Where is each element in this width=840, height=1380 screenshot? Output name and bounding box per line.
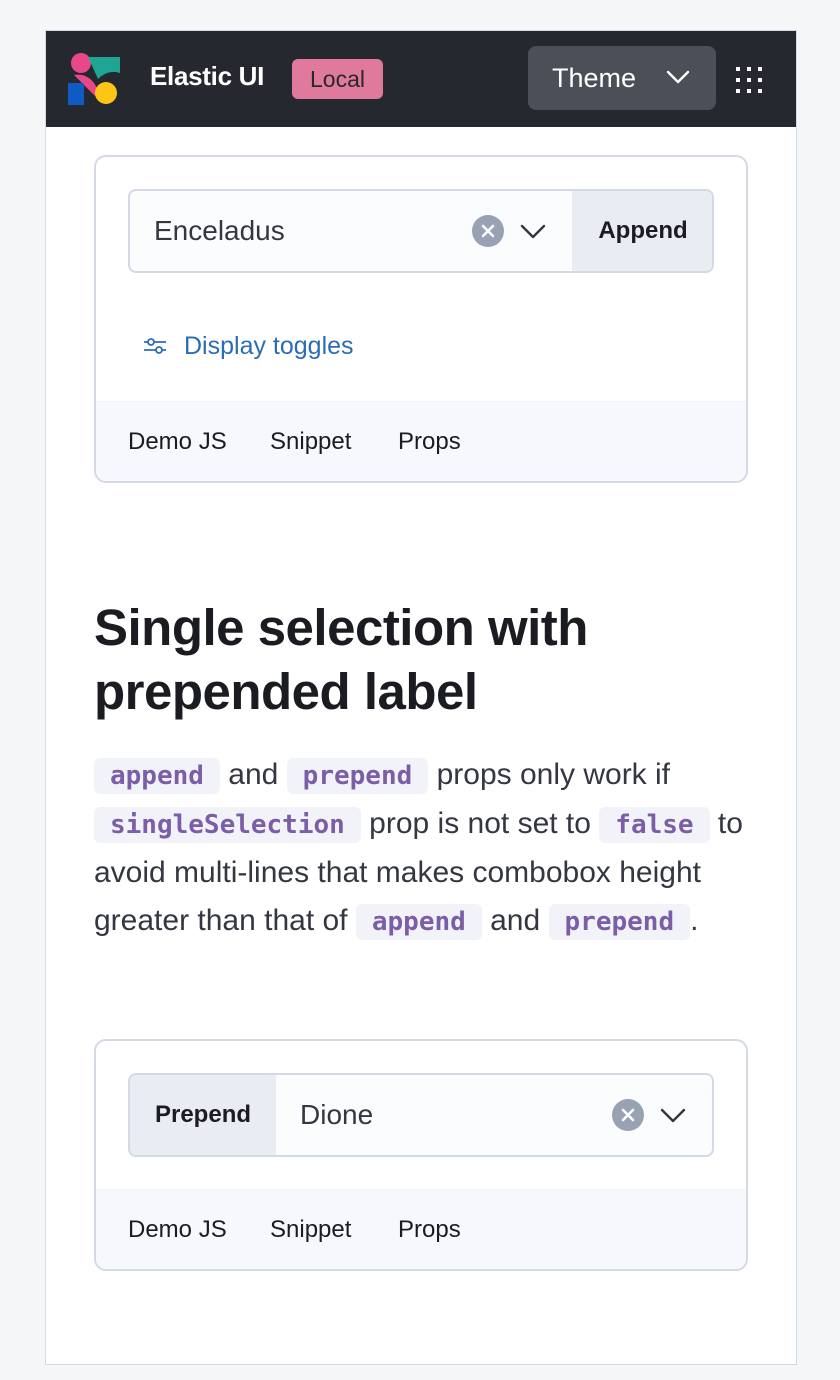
- display-toggles-label: Display toggles: [184, 332, 354, 360]
- desc-period: .: [690, 904, 699, 937]
- combobox-prepend[interactable]: Prepend Dione: [128, 1073, 714, 1157]
- desc-text: and: [228, 758, 279, 791]
- top-header: Elastic UI Local Theme: [46, 31, 796, 127]
- example-tabs: Demo JS Snippet Props: [96, 401, 746, 481]
- combobox-value[interactable]: Enceladus: [154, 191, 285, 271]
- chevron-down-icon[interactable]: [660, 1105, 686, 1125]
- example-tabs: Demo JS Snippet Props: [96, 1189, 746, 1269]
- tab-props[interactable]: Props: [398, 402, 461, 481]
- tab-demo-js[interactable]: Demo JS: [128, 1190, 227, 1269]
- tab-demo-js[interactable]: Demo JS: [128, 402, 227, 481]
- tab-snippet[interactable]: Snippet: [270, 402, 351, 481]
- prepend-label: Prepend: [130, 1075, 276, 1155]
- clear-icon[interactable]: [612, 1099, 644, 1131]
- environment-badge: Local: [292, 59, 383, 99]
- theme-button[interactable]: Theme: [528, 46, 716, 110]
- code-prepend: prepend: [548, 904, 691, 940]
- page-frame: Elastic UI Local Theme Enceladus Append …: [45, 30, 797, 1365]
- elastic-logo-icon[interactable]: [68, 53, 120, 105]
- example-panel-prepend: Prepend Dione Demo JS Snippet Props: [94, 1039, 748, 1271]
- controls-icon: [144, 338, 166, 354]
- desc-text: and: [490, 904, 541, 937]
- combobox-append[interactable]: Enceladus Append: [128, 189, 714, 273]
- desc-text: prop is not set to: [369, 807, 591, 840]
- tab-props[interactable]: Props: [398, 1190, 461, 1269]
- desc-text: props only work if: [436, 758, 671, 791]
- section-description: append and prepend props only work if si…: [94, 751, 754, 946]
- combobox-value[interactable]: Dione: [300, 1075, 373, 1155]
- code-single-selection: singleSelection: [94, 807, 361, 843]
- example-panel-append: Enceladus Append Display toggles Demo JS…: [94, 155, 748, 483]
- code-append: append: [94, 758, 220, 794]
- apps-grid-icon[interactable]: [736, 67, 762, 93]
- code-false: false: [599, 807, 710, 843]
- chevron-down-icon[interactable]: [520, 221, 546, 241]
- append-label: Append: [572, 191, 712, 271]
- code-prepend: prepend: [286, 758, 429, 794]
- theme-button-label: Theme: [552, 63, 637, 93]
- code-append: append: [355, 904, 482, 940]
- chevron-down-icon: [666, 70, 690, 84]
- clear-icon[interactable]: [472, 215, 504, 247]
- tab-snippet[interactable]: Snippet: [270, 1190, 351, 1269]
- section-title: Single selection with prepended label: [94, 599, 588, 720]
- app-title: Elastic UI: [150, 61, 265, 91]
